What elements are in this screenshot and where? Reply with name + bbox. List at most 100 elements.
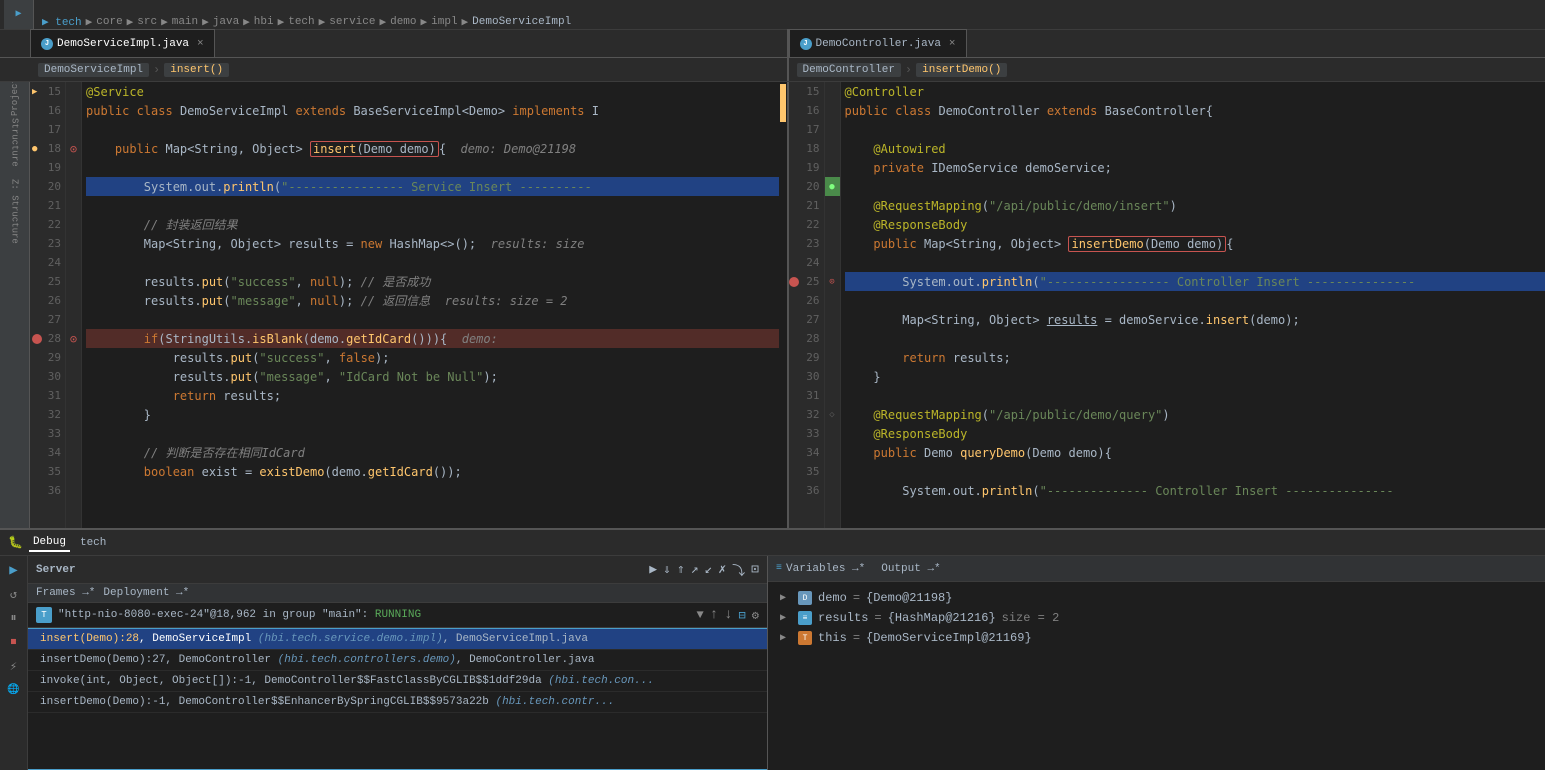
toolbar-btn-3[interactable]: ⇑ <box>677 562 685 577</box>
stack-frame-2[interactable]: invoke(int, Object, Object[]):-1, DemoCo… <box>28 671 767 692</box>
breadcrumb-main[interactable]: main <box>172 16 198 28</box>
zstructure-sidebar-icon[interactable]: Z: Structure <box>4 176 26 246</box>
nav-down-icon[interactable]: ↓ <box>724 607 732 623</box>
code-line-24 <box>86 253 779 272</box>
rline-24: 24 <box>789 253 824 272</box>
breadcrumb-core[interactable]: core <box>96 16 122 28</box>
expand-demo-icon[interactable]: ▶ <box>780 592 792 604</box>
frames-tab[interactable]: Frames →* <box>36 587 95 599</box>
project-icon[interactable]: ▶ <box>4 0 34 29</box>
thread-dropdown[interactable]: ▼ <box>697 608 704 622</box>
code-line-35: boolean exist = existDemo(demo.getIdCard… <box>86 462 779 481</box>
server-label: Server <box>36 564 76 576</box>
code-line-28: if(StringUtils.isBlank(demo.getIdCard())… <box>86 329 779 348</box>
breadcrumb-src[interactable]: src <box>137 16 157 28</box>
stack-frame-0[interactable]: insert(Demo):28, DemoServiceImpl (hbi.te… <box>28 629 767 650</box>
left-editor-tab[interactable]: J DemoServiceImpl.java × <box>30 29 215 57</box>
line-15: ▶15 <box>30 82 65 101</box>
var-demo[interactable]: ▶ D demo = {Demo@21198} <box>768 588 1545 608</box>
code-line-19 <box>86 158 779 177</box>
rcode-line-21: @RequestMapping("/api/public/demo/insert… <box>845 196 1545 215</box>
breadcrumb-tech[interactable]: ▶ tech <box>42 15 82 29</box>
breadcrumb-demo[interactable]: demo <box>390 16 416 28</box>
var-results[interactable]: ▶ ≡ results = {HashMap@21216} size = 2 <box>768 608 1545 628</box>
toolbar-btn-4[interactable]: ↗ <box>691 562 699 577</box>
pause-icon[interactable]: ⏸ <box>4 608 24 628</box>
toolbar-btn-2[interactable]: ⇓ <box>663 562 671 577</box>
stop-icon[interactable]: ⏹ <box>4 632 24 652</box>
toolbar-btn-1[interactable]: ▶ <box>649 562 657 577</box>
code-line-30: results.put("message", "IdCard Not be Nu… <box>86 367 779 386</box>
var-results-name: results <box>818 611 868 625</box>
rcode-line-24 <box>845 253 1545 272</box>
rline-31: 31 <box>789 386 824 405</box>
right-tab-label: DemoController.java <box>816 38 941 50</box>
rline-36: 36 <box>789 481 824 500</box>
rline-25: 25 <box>789 272 824 291</box>
rcode-line-29: return results; <box>845 348 1545 367</box>
filter-icon[interactable]: ⊟ <box>739 608 746 623</box>
right-editor-tab[interactable]: J DemoController.java × <box>789 29 967 57</box>
rcode-line-34: public Demo queryDemo(Demo demo){ <box>845 443 1545 462</box>
right-bc-method[interactable]: insertDemo() <box>916 63 1007 77</box>
resume-icon[interactable]: ▶ <box>4 560 24 580</box>
rline-21: 21 <box>789 196 824 215</box>
variables-label[interactable]: ≡ Variables →* <box>776 563 865 575</box>
toolbar-btn-8[interactable]: ⊡ <box>751 562 759 577</box>
breadcrumb-impl[interactable]: impl <box>431 16 457 28</box>
toolbar-btn-6[interactable]: ✗ <box>718 562 726 577</box>
rcode-line-25: System.out.println("----------------- Co… <box>845 272 1545 291</box>
this-type-icon: T <box>798 631 812 645</box>
rcode-line-27: Map<String, Object> results = demoServic… <box>845 310 1545 329</box>
web-icon[interactable]: 🌐 <box>4 680 24 700</box>
expand-this-icon[interactable]: ▶ <box>780 632 792 644</box>
settings-icon[interactable]: ⚙ <box>752 608 759 623</box>
rline-26: 26 <box>789 291 824 310</box>
debug-tab[interactable]: Debug <box>29 534 70 552</box>
deployment-tab[interactable]: Deployment →* <box>103 587 189 599</box>
step-over-icon[interactable]: ↺ <box>4 584 24 604</box>
rline-20: 20 <box>789 177 824 196</box>
line-35: 35 <box>30 462 65 481</box>
rline-18: 18 <box>789 139 824 158</box>
rline-35: 35 <box>789 462 824 481</box>
nav-up-icon[interactable]: ↑ <box>710 607 718 623</box>
toolbar-btn-7[interactable]: ⤵ <box>732 560 745 579</box>
expand-results-icon[interactable]: ▶ <box>780 612 792 624</box>
tech-tab[interactable]: tech <box>76 535 110 551</box>
rcode-line-19: private IDemoService demoService; <box>845 158 1545 177</box>
rcode-line-22: @ResponseBody <box>845 215 1545 234</box>
left-bc-class[interactable]: DemoServiceImpl <box>38 63 149 77</box>
code-line-29: results.put("success", false); <box>86 348 779 367</box>
right-bc-class[interactable]: DemoController <box>797 63 901 77</box>
code-line-18: public Map<String, Object> insert(Demo d… <box>86 139 779 158</box>
rcode-line-36: System.out.println("-------------- Contr… <box>845 481 1545 500</box>
rcode-line-35 <box>845 462 1545 481</box>
project-sidebar-icon[interactable]: Project <box>4 86 26 108</box>
right-tab-close[interactable]: × <box>949 38 956 50</box>
left-tab-close[interactable]: × <box>197 38 204 50</box>
line-22: 22 <box>30 215 65 234</box>
stack-frame-3[interactable]: insertDemo(Demo):-1, DemoController$$Enh… <box>28 692 767 713</box>
thread-icon: T <box>36 607 52 623</box>
jrebel-icon[interactable]: ⚡ <box>4 656 24 676</box>
left-bc-method[interactable]: insert() <box>164 63 229 77</box>
line-28: 28 <box>30 329 65 348</box>
line-32: 32 <box>30 405 65 424</box>
breadcrumb-service[interactable]: service <box>329 16 375 28</box>
rline-27: 27 <box>789 310 824 329</box>
toolbar-btn-5[interactable]: ↙ <box>705 562 713 577</box>
debug-icon: 🐛 <box>8 535 23 550</box>
var-results-value: {HashMap@21216} <box>888 611 996 625</box>
breadcrumb-java[interactable]: java <box>213 16 239 28</box>
breadcrumb-tech2[interactable]: tech <box>288 16 314 28</box>
var-results-extra: size = 2 <box>1002 611 1060 625</box>
stack-frame-1[interactable]: insertDemo(Demo):27, DemoController (hbi… <box>28 650 767 671</box>
var-this[interactable]: ▶ T this = {DemoServiceImpl@21169} <box>768 628 1545 648</box>
breadcrumb-hbi[interactable]: hbi <box>254 16 274 28</box>
rcode-line-17 <box>845 120 1545 139</box>
structure-sidebar-icon[interactable]: Structure <box>4 112 26 172</box>
output-label[interactable]: Output →* <box>881 563 940 575</box>
breadcrumb-demoserviceimpl[interactable]: DemoServiceImpl <box>472 16 571 28</box>
line-27: 27 <box>30 310 65 329</box>
